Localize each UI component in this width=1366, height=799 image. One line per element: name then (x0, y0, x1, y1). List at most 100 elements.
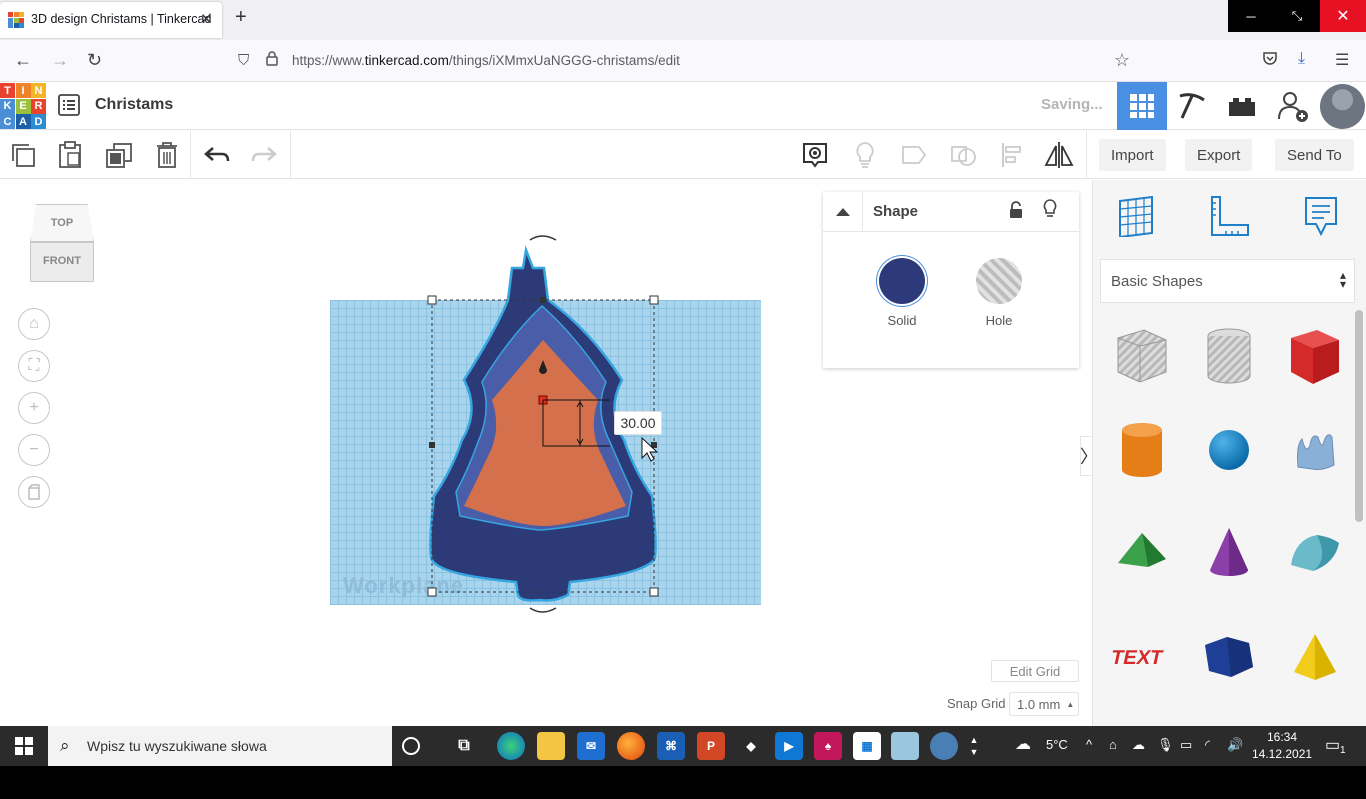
taskbar-clock[interactable]: 16:34 14.12.2021 (1252, 729, 1312, 763)
3d-design-view-button[interactable] (1117, 82, 1167, 130)
restore-button[interactable]: ⤡ (1274, 0, 1320, 32)
task-view-icon[interactable]: ⧉ (450, 732, 478, 760)
wifi-icon[interactable]: ◜ (1205, 737, 1210, 753)
meet-now-icon[interactable]: ⌂ (1109, 737, 1117, 752)
invite-user-button[interactable] (1268, 82, 1318, 130)
design-list-icon[interactable] (58, 94, 80, 116)
shape-sphere[interactable] (1199, 420, 1259, 480)
fit-view-icon[interactable]: ⛶ (18, 350, 50, 382)
import-button[interactable]: Import (1099, 139, 1166, 171)
view-cube-top[interactable]: TOP (30, 204, 94, 242)
weather-cloud-icon[interactable]: ☁ (1015, 734, 1031, 754)
send-to-button[interactable]: Send To (1275, 139, 1354, 171)
lock-icon[interactable] (266, 51, 278, 70)
view-cube[interactable]: TOP FRONT (28, 204, 96, 284)
mail-icon[interactable]: ✉ (577, 732, 605, 760)
new-tab-button[interactable]: + (235, 6, 247, 29)
workplane-tool-icon[interactable] (1114, 194, 1158, 238)
temperature[interactable]: 5°C (1046, 737, 1068, 752)
store-icon[interactable]: ▦ (853, 732, 881, 760)
show-all-icon[interactable] (850, 140, 880, 170)
minimize-button[interactable]: ─ (1228, 0, 1274, 32)
dimension-input[interactable]: 30.00 (614, 411, 662, 435)
shape-cylinder-hole[interactable] (1199, 326, 1259, 386)
view-cube-front[interactable]: FRONT (30, 242, 94, 282)
windows-start-icon[interactable] (0, 726, 48, 766)
ungroup-icon[interactable] (948, 140, 978, 170)
back-arrow-icon[interactable]: ← (14, 50, 32, 71)
window-close-button[interactable]: ✕ (1320, 0, 1366, 32)
solitaire-icon[interactable]: ♠ (814, 732, 842, 760)
hamburger-menu-icon[interactable]: ☰ (1335, 50, 1349, 70)
download-icon[interactable]: ⤓ (1298, 50, 1305, 68)
lego-bricks-button[interactable] (1217, 82, 1267, 130)
shape-box[interactable] (1285, 326, 1345, 386)
home-view-icon[interactable]: ⌂ (18, 308, 50, 340)
ortho-view-icon[interactable] (18, 476, 50, 508)
solid-color-swatch[interactable] (879, 258, 925, 304)
shape-round-roof[interactable] (1285, 522, 1345, 582)
cortana-icon[interactable] (402, 737, 420, 755)
shape-roof[interactable] (1112, 522, 1172, 582)
shape-cylinder[interactable] (1112, 420, 1172, 480)
library-scrollbar[interactable] (1355, 310, 1363, 522)
reload-icon[interactable]: ↻ (87, 50, 102, 71)
zoom-out-icon[interactable]: − (18, 434, 50, 466)
volume-icon[interactable]: 🔊 (1227, 737, 1243, 753)
export-button[interactable]: Export (1185, 139, 1253, 171)
shape-polygon[interactable] (1199, 626, 1259, 686)
notes-tool-icon[interactable] (1299, 194, 1343, 238)
notes-icon[interactable] (800, 140, 830, 170)
browser-tab[interactable]: 3D design Christams | Tinkercad ✕ (0, 2, 222, 38)
hole-swatch[interactable] (976, 258, 1022, 304)
file-explorer-icon[interactable] (537, 732, 565, 760)
shape-library-select[interactable]: Basic Shapes ▴ ▾ (1100, 259, 1355, 303)
minecraft-pickaxe-button[interactable] (1167, 82, 1217, 130)
hide-shape-icon[interactable] (1043, 199, 1057, 224)
app-icon-2[interactable] (891, 732, 919, 760)
firefox-icon[interactable] (617, 732, 645, 760)
dev-app-icon[interactable]: ◆ (737, 732, 765, 760)
notifications-icon[interactable]: ▭ (1325, 735, 1340, 755)
collapse-inspector-icon[interactable] (823, 192, 863, 232)
copy-icon[interactable] (8, 140, 38, 170)
shape-scribble[interactable] (1285, 420, 1345, 480)
shape-text[interactable]: TEXT (1112, 626, 1172, 686)
edit-grid-button[interactable]: Edit Grid (991, 660, 1079, 682)
tracking-shield-icon[interactable]: ⛉ (238, 52, 249, 69)
address-bar[interactable]: ⛉ https://www.tinkercad.com/things/iXMmx… (230, 45, 1142, 77)
taskbar-search-box[interactable]: ⌕ Wpisz tu wyszukiwane słowa (48, 726, 392, 766)
redo-icon[interactable] (249, 140, 279, 170)
paint-icon[interactable] (930, 732, 958, 760)
mirror-icon[interactable] (1044, 140, 1074, 170)
shape-box-hole[interactable] (1112, 326, 1172, 386)
media-app-icon[interactable]: ▶ (775, 732, 803, 760)
duplicate-icon[interactable] (104, 140, 134, 170)
taskbar-overflow-icon[interactable]: ▲ ▼ (966, 732, 982, 760)
tray-expand-icon[interactable]: ^ (1086, 737, 1092, 752)
forward-arrow-icon[interactable]: → (51, 50, 69, 71)
edge-icon[interactable] (497, 732, 525, 760)
pocket-icon[interactable] (1262, 50, 1278, 71)
microphone-icon[interactable]: 🎙 (1157, 737, 1174, 753)
delete-icon[interactable] (152, 140, 182, 170)
undo-icon[interactable] (202, 140, 232, 170)
battery-icon[interactable]: ▭ (1180, 737, 1192, 753)
project-name[interactable]: Christams (95, 96, 173, 114)
lock-shape-icon[interactable] (1009, 201, 1023, 223)
shape-pyramid[interactable] (1285, 626, 1345, 686)
snap-grid-select[interactable]: 1.0 mm ▲ (1009, 692, 1079, 716)
bookmark-star-icon[interactable]: ☆ (1114, 50, 1130, 71)
tinkercad-logo[interactable]: TIN KER CAD (0, 83, 46, 129)
user-avatar[interactable] (1320, 84, 1365, 129)
paste-icon[interactable] (55, 140, 85, 170)
group-icon[interactable] (899, 140, 929, 170)
app-icon[interactable]: ⌘ (657, 732, 685, 760)
3d-workspace[interactable]: TOP FRONT ⌂ ⛶ + − Workplane 30.00 Shape … (0, 180, 1098, 726)
onedrive-icon[interactable]: ☁ (1132, 737, 1145, 753)
shape-cone[interactable] (1199, 522, 1259, 582)
ruler-tool-icon[interactable] (1207, 194, 1251, 238)
powerpoint-icon[interactable]: P (697, 732, 725, 760)
zoom-in-icon[interactable]: + (18, 392, 50, 424)
align-icon[interactable] (997, 140, 1027, 170)
